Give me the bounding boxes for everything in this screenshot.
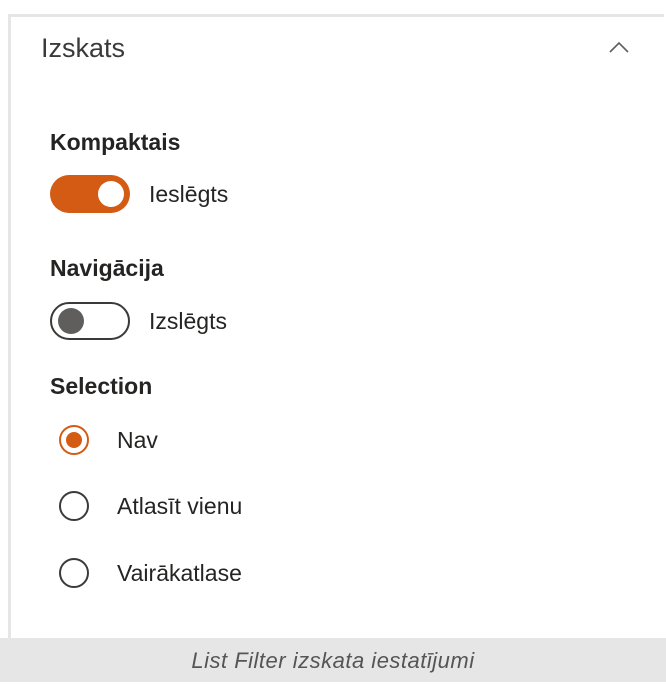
chevron-up-icon[interactable] <box>607 36 631 60</box>
navigation-label: Navigācija <box>50 255 164 281</box>
selection-label: Selection <box>50 373 153 399</box>
compact-state-text: Ieslēgts <box>149 180 229 207</box>
radio-option-multiple[interactable]: Vairākatlase <box>59 553 242 593</box>
compact-toggle[interactable] <box>50 175 130 213</box>
radio-button[interactable] <box>59 491 89 521</box>
radio-dot <box>66 432 82 448</box>
panel-header[interactable]: Izskats <box>41 30 631 66</box>
radio-label: Atlasīt vienu <box>117 492 243 519</box>
image-caption: List Filter izskata iestatījumi <box>0 638 666 682</box>
compact-toggle-row[interactable]: Ieslēgts <box>50 174 228 214</box>
toggle-knob <box>58 308 84 334</box>
radio-label: Vairākatlase <box>117 559 242 586</box>
navigation-toggle[interactable] <box>50 302 130 340</box>
compact-label: Kompaktais <box>50 129 181 155</box>
toggle-knob <box>98 181 124 207</box>
panel-title: Izskats <box>41 33 126 63</box>
radio-label: Nav <box>117 426 158 453</box>
radio-button[interactable] <box>59 558 89 588</box>
navigation-state-text: Izslēgts <box>149 307 227 334</box>
radio-option-none[interactable]: Nav <box>59 420 158 460</box>
radio-option-single[interactable]: Atlasīt vienu <box>59 486 242 526</box>
screenshot-frame: Izskats Kompaktais Ieslēgts Navigācija I… <box>0 0 666 682</box>
radio-button[interactable] <box>59 425 89 455</box>
navigation-toggle-row[interactable]: Izslēgts <box>50 301 227 341</box>
